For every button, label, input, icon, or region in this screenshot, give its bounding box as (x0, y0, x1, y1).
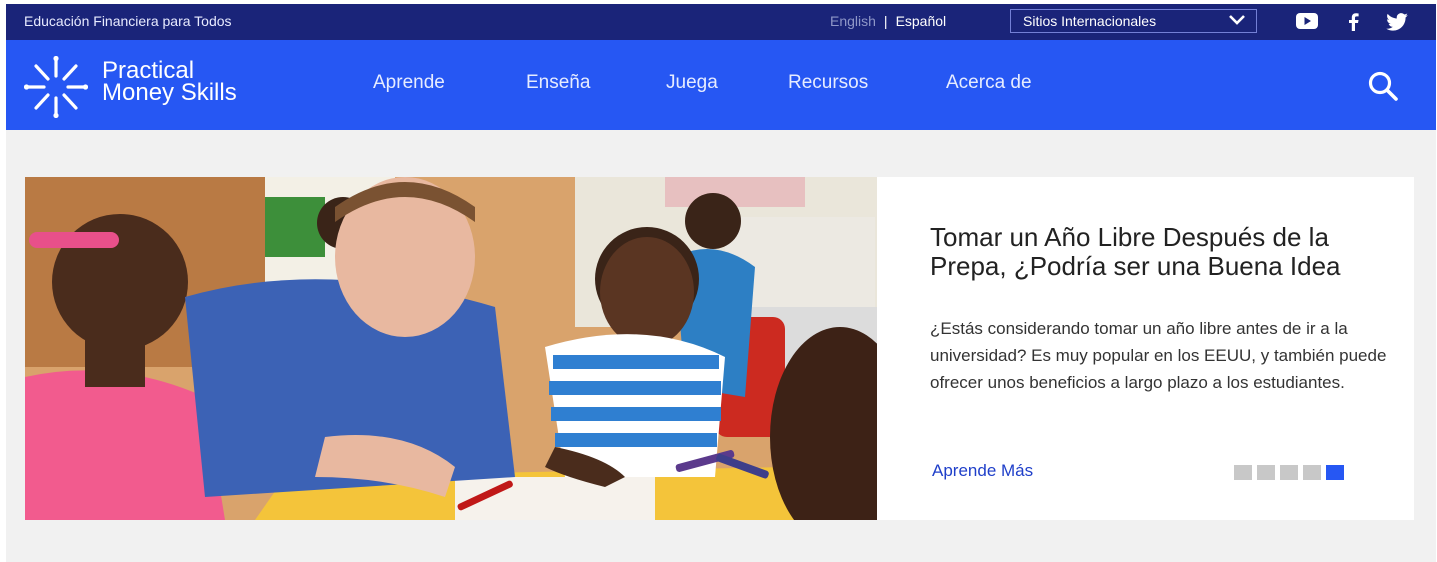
nav-item-acerca-de[interactable]: Acerca de (946, 72, 1032, 94)
international-sites-select[interactable]: Sitios Internacionales (1010, 9, 1257, 33)
chevron-down-icon (1228, 13, 1246, 32)
lang-separator: | (883, 13, 888, 29)
hero-description: ¿Estás considerando tomar un año libre a… (930, 319, 1387, 392)
main-navigation: Practical Money Skills Aprende Enseña Ju… (6, 40, 1436, 130)
hero-title: Tomar un Año Libre Después de la Prepa, … (930, 222, 1341, 281)
hero-text-card: Tomar un Año Libre Después de la Prepa, … (877, 177, 1414, 520)
nav-item-aprende[interactable]: Aprende (373, 72, 445, 94)
youtube-icon[interactable] (1296, 13, 1318, 34)
page-frame: Educación Financiera para Todos English |… (6, 4, 1436, 562)
logo-burst-icon (23, 55, 89, 123)
language-switcher: English | Español (830, 13, 946, 29)
lang-spanish-link[interactable]: Español (896, 13, 947, 29)
lang-english-link[interactable]: English (830, 13, 876, 29)
international-sites-label: Sitios Internacionales (1023, 13, 1157, 29)
learn-more-link[interactable]: Aprende Más (932, 461, 1033, 481)
utility-bar: Educación Financiera para Todos English |… (6, 4, 1436, 40)
carousel-dot-5[interactable] (1326, 465, 1344, 480)
carousel-dot-2[interactable] (1257, 465, 1275, 480)
logo-line-2: Money Skills (102, 79, 237, 106)
carousel-dot-3[interactable] (1280, 465, 1298, 480)
twitter-icon[interactable] (1386, 13, 1408, 36)
carousel-dot-1[interactable] (1234, 465, 1252, 480)
logo-wordmark: Practical Money Skills (102, 59, 237, 106)
nav-item-juega[interactable]: Juega (666, 72, 718, 94)
site-logo[interactable]: Practical Money Skills (23, 55, 286, 119)
hero-photo (25, 177, 877, 520)
facebook-icon[interactable] (1347, 13, 1359, 36)
nav-item-ensena[interactable]: Enseña (526, 72, 590, 94)
site-tagline: Educación Financiera para Todos (24, 13, 232, 29)
nav-item-recursos[interactable]: Recursos (788, 72, 868, 94)
carousel-dot-4[interactable] (1303, 465, 1321, 480)
hero-carousel: Tomar un Año Libre Después de la Prepa, … (25, 177, 1414, 520)
search-icon[interactable] (1367, 70, 1399, 107)
